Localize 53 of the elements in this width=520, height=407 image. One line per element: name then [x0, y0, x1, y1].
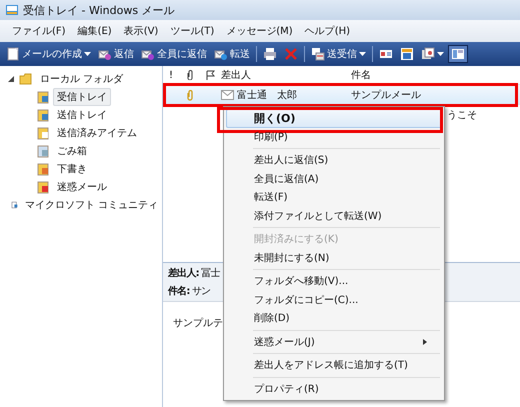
- folder-item[interactable]: マイクロソフト コミュニティ: [20, 196, 162, 214]
- menu-item[interactable]: 差出人をアドレス帳に追加する(T): [226, 356, 442, 374]
- menu-item[interactable]: ツール(T): [170, 24, 214, 38]
- column-header[interactable]: !: [163, 70, 181, 80]
- flag-icon[interactable]: [206, 70, 214, 80]
- toolbar-button[interactable]: 全員に返信: [138, 45, 210, 63]
- envelope-icon: [221, 90, 234, 100]
- menu-item[interactable]: 差出人に返信(S): [226, 151, 442, 170]
- folder-item[interactable]: 受信トレイ: [53, 88, 111, 106]
- menu-item[interactable]: ファイル(F): [12, 24, 66, 38]
- folder-item[interactable]: ローカル フォルダ: [36, 70, 128, 88]
- collapse-triangle-icon[interactable]: [8, 76, 14, 82]
- preview-body-text: サンプルテ: [173, 318, 223, 329]
- preview-subject: 件名: サン: [168, 284, 210, 298]
- contacts-icon: [379, 47, 393, 61]
- new-message-icon: [6, 47, 20, 61]
- column-header[interactable]: 件名: [351, 68, 520, 82]
- toolbar-button[interactable]: 返信: [95, 45, 137, 63]
- menu-item[interactable]: フォルダへ移動(V)...: [226, 272, 442, 290]
- menu-item[interactable]: ヘルプ(H): [304, 24, 350, 38]
- paperclip-icon[interactable]: [187, 70, 193, 80]
- menu-item[interactable]: 開く(O): [226, 109, 442, 128]
- window-title: 受信トレイ - Windows メール: [23, 2, 175, 18]
- menu-item[interactable]: メッセージ(M): [226, 24, 293, 38]
- menu-item[interactable]: 編集(E): [78, 24, 112, 38]
- message-row[interactable]: 富士通 太郎 サンプルメール: [163, 85, 520, 105]
- calendar-icon: [400, 47, 414, 61]
- folder-item[interactable]: 迷惑メール: [53, 178, 111, 196]
- delete-icon: [284, 47, 298, 61]
- toolbar-button[interactable]: 送受信: [308, 45, 369, 63]
- preview-from: 差出人: 冨士: [168, 266, 220, 280]
- menu-item[interactable]: 印刷(P): [226, 128, 442, 146]
- menu-item[interactable]: 未開封にする(N): [226, 248, 442, 267]
- menu-item[interactable]: 添付ファイルとして転送(W): [226, 206, 442, 225]
- toolbar-button[interactable]: 転送: [211, 45, 253, 63]
- folder-item[interactable]: 送信済みアイテム: [53, 124, 141, 142]
- toolbar-button[interactable]: [448, 45, 468, 63]
- folder-item[interactable]: 下書き: [53, 160, 91, 178]
- menu-item[interactable]: 迷惑メール(J): [226, 332, 442, 351]
- menu-item[interactable]: プロパティ(R): [226, 380, 442, 398]
- folder-item[interactable]: ごみ箱: [53, 142, 91, 160]
- layout-icon: [451, 47, 465, 61]
- app-icon: [5, 3, 19, 17]
- menu-item[interactable]: 転送(F): [226, 188, 442, 206]
- toolbar-button[interactable]: メールの作成: [3, 45, 94, 63]
- menu-item[interactable]: 削除(D): [226, 309, 442, 328]
- folder-item[interactable]: 送信トレイ: [53, 106, 111, 124]
- menu-item[interactable]: 全員に返信(A): [226, 170, 442, 188]
- send-receive-icon: [311, 47, 325, 61]
- menu-item[interactable]: フォルダにコピー(C)...: [226, 290, 442, 309]
- menu-item[interactable]: 表示(V): [124, 24, 158, 38]
- printer-icon: [263, 47, 277, 61]
- column-header[interactable]: 差出人: [221, 68, 351, 82]
